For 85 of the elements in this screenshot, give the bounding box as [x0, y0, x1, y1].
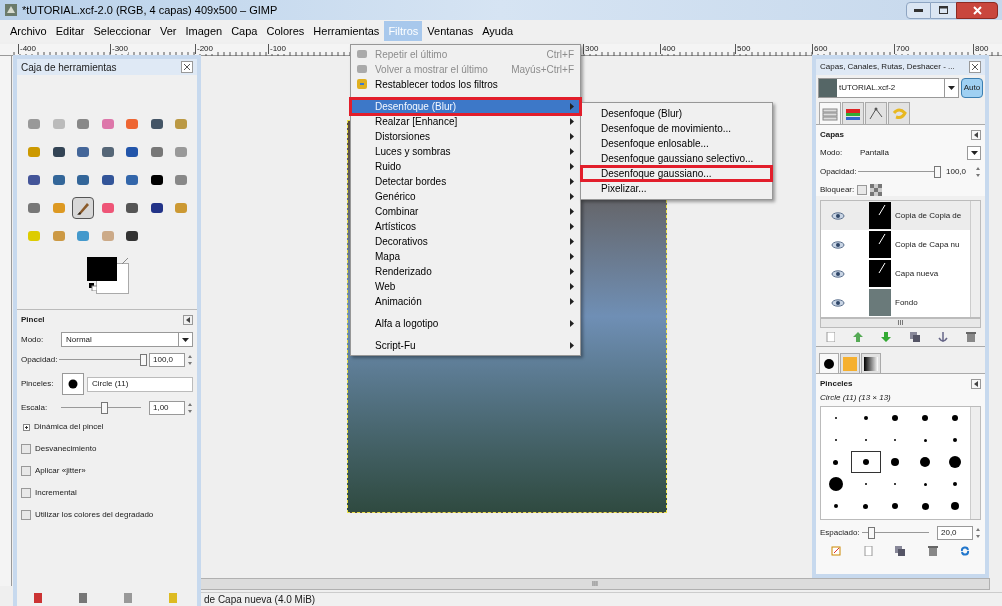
ruler-label: -300 — [110, 44, 128, 54]
layer-name: Fondo — [895, 296, 918, 309]
menu-item[interactable]: Realzar [Enhance] — [351, 114, 580, 129]
menu-item[interactable]: Luces y sombras — [351, 144, 580, 159]
spin-field[interactable]: 20,0 — [937, 526, 973, 540]
dropdown[interactable]: Pantalla — [860, 146, 981, 160]
menu-item[interactable]: Desenfoque gaussiano selectivo... — [581, 151, 772, 166]
layer-name: Copia de Copia de — [895, 209, 962, 222]
menu-item[interactable]: Ayuda — [478, 21, 518, 41]
spin-field[interactable]: 100,0 — [149, 353, 185, 367]
menu-item[interactable]: Pixelizar... — [581, 181, 772, 196]
dropdown[interactable]: Normal — [61, 332, 193, 347]
menu-item[interactable]: Alfa a logotipo — [351, 316, 580, 331]
menu-item[interactable]: Animación — [351, 294, 580, 309]
panel-title: Caja de herramientas — [21, 60, 117, 75]
image-dropdown[interactable]: tUTORIAL.xcf-2 — [818, 78, 959, 98]
checkbox-row[interactable]: Utilizar los colores del degradado — [21, 509, 193, 521]
menu-item[interactable]: Artísticos — [351, 219, 580, 234]
menu-item[interactable]: Colores — [262, 21, 309, 41]
menu-item[interactable]: Script-Fu — [351, 338, 580, 353]
menu-item[interactable]: Capa — [227, 21, 262, 41]
ruler-label: -200 — [195, 44, 213, 54]
ruler-label: 300 — [583, 44, 599, 54]
field-label: Modo: — [21, 333, 45, 346]
menu-item[interactable]: Desenfoque (Blur) — [581, 106, 772, 121]
field-label: Opacidad: — [820, 166, 857, 178]
horizontal-scrollbar[interactable]: III — [820, 318, 981, 328]
menu-item[interactable]: Desenfoque de movimiento... — [581, 121, 772, 136]
section-title: Pincel — [21, 314, 45, 326]
field-label: Modo: — [820, 147, 844, 159]
menu-item[interactable]: Detectar bordes — [351, 174, 580, 189]
layer-row[interactable]: Capa nueva — [821, 259, 970, 288]
layer-row[interactable]: Copia de Copia de — [821, 201, 970, 230]
menu-item[interactable]: Herramientas — [309, 21, 384, 41]
scrollbar-grip: III — [897, 319, 904, 327]
menu-item[interactable]: Imagen — [181, 21, 227, 41]
ruler-label: 700 — [894, 44, 910, 54]
checkbox-row[interactable]: Desvanecimiento — [21, 443, 193, 455]
expander[interactable]: Dinámica del pincel — [21, 421, 193, 433]
menu-item[interactable]: Distorsiones — [351, 129, 580, 144]
field-label: Opacidad: — [21, 354, 58, 366]
ruler-label: -400 — [18, 44, 36, 54]
menu-item[interactable]: Desenfoque (Blur) — [351, 99, 580, 114]
section-title: Capas — [820, 129, 844, 141]
field-label: Bloquear: — [820, 184, 855, 196]
panel-title: Capas, Canales, Rutas, Deshacer - ... — [820, 61, 955, 73]
ruler-label: -100 — [268, 44, 286, 54]
section-title: Pinceles — [820, 378, 853, 390]
ruler-label: 600 — [812, 44, 828, 54]
spin-field[interactable]: 1,00 — [149, 401, 185, 415]
window-title: *tUTORIAL.xcf-2.0 (RGB, 4 capas) 409x500 – GIMP — [22, 2, 278, 18]
menu-item[interactable]: Combinar — [351, 204, 580, 219]
status-text: de Capa nueva (4.0 MiB) — [204, 593, 316, 606]
shortcut-label: Ctrl+F — [546, 48, 574, 62]
checkbox-row[interactable]: Incremental — [21, 487, 193, 499]
field-label: Escala: — [21, 402, 49, 414]
menu-item[interactable]: Restablecer todos los filtros — [351, 77, 580, 92]
menu-item[interactable]: Renderizado — [351, 264, 580, 279]
menu-item[interactable]: Ventanas — [423, 21, 478, 41]
menu-item[interactable]: Editar — [51, 21, 89, 41]
checkbox-row[interactable]: Aplicar «jitter» — [21, 465, 193, 477]
menu-item[interactable]: Archivo — [6, 21, 51, 41]
auto-button[interactable]: Auto — [961, 78, 983, 98]
menu-item[interactable]: Ruido — [351, 159, 580, 174]
field-label: Pinceles: — [21, 378, 55, 390]
menu-item[interactable]: Desenfoque enlosable... — [581, 136, 772, 151]
menu-item[interactable]: Ver — [155, 21, 181, 41]
ruler-label: 500 — [735, 44, 751, 54]
menu-item[interactable]: Genérico — [351, 189, 580, 204]
menu-item[interactable]: Web — [351, 279, 580, 294]
layer-row[interactable]: Fondo — [821, 288, 970, 317]
menu-item[interactable]: Mapa — [351, 249, 580, 264]
layer-name: Copia de Capa nu — [895, 238, 960, 251]
menu-item[interactable]: Decorativos — [351, 234, 580, 249]
ruler-label: 400 — [660, 44, 676, 54]
layer-row[interactable]: Copia de Capa nu — [821, 230, 970, 259]
menu-item[interactable]: Desenfoque gaussiano... — [581, 166, 772, 181]
layer-name: Capa nueva — [895, 267, 939, 280]
field-label: Espaciado: — [820, 527, 860, 539]
spin-field[interactable]: 100,0 — [943, 165, 973, 179]
brush-name-field[interactable]: Circle (11) — [87, 376, 193, 392]
brush-info: Circle (11) (13 × 13) — [820, 392, 892, 404]
ruler-label: 800 — [973, 44, 989, 54]
shortcut-label: Mayús+Ctrl+F — [511, 63, 574, 77]
menu-item[interactable]: Seleccionar — [89, 21, 155, 41]
